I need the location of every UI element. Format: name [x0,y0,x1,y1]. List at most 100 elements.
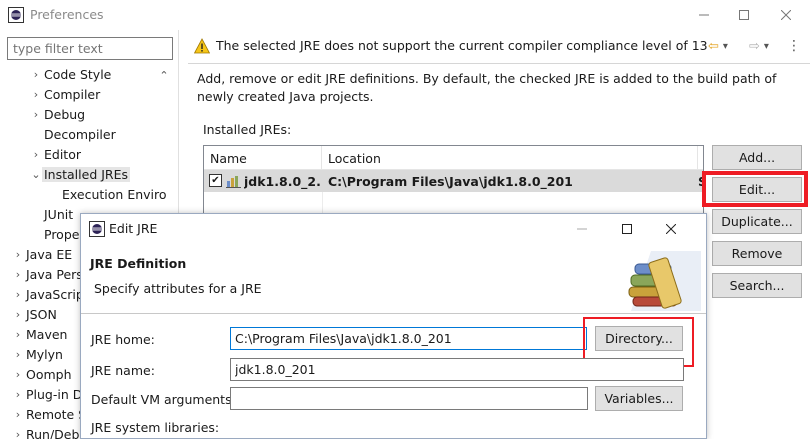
chevron-right-icon[interactable]: › [12,344,24,364]
view-menu-button[interactable]: ⋮ [786,36,802,56]
minimize-button[interactable] [684,0,724,30]
tree-item-label: Installed JREs [42,166,131,182]
tree-item-label: Oomph [26,366,72,382]
tree-item[interactable]: › Java Pers [12,264,85,284]
tree-item[interactable]: › Editor [30,144,83,164]
chevron-right-icon[interactable]: › [30,104,42,124]
message-separator [188,63,810,64]
tree-item[interactable]: Decompiler [30,124,118,144]
tree-item[interactable]: › JSON [12,304,59,324]
warning-message: The selected JRE does not support the cu… [216,38,708,53]
jre-name-cell: jdk1.8.0_2... [244,173,320,189]
tree-item[interactable]: › Mylyn [12,344,65,364]
tree-item[interactable]: › JavaScrip [12,284,86,304]
kebab-menu-icon: ⋮ [787,38,801,54]
close-icon [666,224,676,234]
tree-item-label: Compiler [44,86,101,102]
dialog-header-subtitle: Specify attributes for a JRE [94,281,262,296]
installed-jres-label: Installed JREs: [203,122,292,137]
dialog-header-title: JRE Definition [90,256,187,271]
tree-item[interactable]: › Plug-in D [12,384,84,404]
tree-item[interactable]: › Compiler [30,84,102,104]
tree-item[interactable]: › Maven [12,324,69,344]
jre-home-input[interactable] [230,327,587,350]
jre-checkbox[interactable]: ✔ [209,174,222,187]
chevron-right-icon[interactable]: › [12,384,24,404]
variables-button-label: Variables... [604,391,674,406]
chevron-right-icon[interactable]: › [12,404,24,424]
jre-home-label: JRE home: [91,332,155,347]
close-button[interactable] [766,0,806,30]
variables-button[interactable]: Variables... [595,386,683,411]
window-title: Preferences [30,7,104,22]
column-header-type[interactable]: T [698,146,703,170]
dialog-title: Edit JRE [109,221,158,236]
tree-item-label: Java Pers [26,266,83,282]
tree-item[interactable]: › Run/Deb [12,424,81,439]
vm-arguments-input[interactable] [230,387,588,410]
chevron-right-icon[interactable]: › [12,324,24,344]
dialog-close-button[interactable] [650,214,692,244]
remove-button[interactable]: Remove [712,241,802,266]
dialog-maximize-button[interactable] [606,214,648,244]
chevron-down-icon: ▾ [722,40,728,52]
tree-item-label: Run/Deb [26,426,80,439]
tree-item[interactable]: › Remote S [12,404,88,424]
back-button[interactable]: ⇦ ▾ [708,36,738,56]
column-header-location[interactable]: Location [322,146,698,170]
add-button-label: Add... [738,150,776,165]
tree-item[interactable]: ⌄ Installed JREs [30,164,131,184]
tree-item[interactable]: JUnit [30,204,75,224]
tree-item[interactable]: › Oomph [12,364,74,384]
chevron-right-icon[interactable]: › [12,244,24,264]
tree-item-label: Mylyn [26,346,63,362]
tree-item-label: Execution Enviro [62,186,167,202]
page-description: Add, remove or edit JRE definitions. By … [197,71,777,104]
library-icon [226,176,241,188]
tree-item-label: Maven [26,326,68,342]
forward-button[interactable]: ⇨ ▾ [749,36,779,56]
chevron-right-icon[interactable]: › [12,264,24,284]
tree-item-label: Plug-in D [26,386,83,402]
duplicate-button[interactable]: Duplicate... [712,209,802,234]
chevron-right-icon[interactable]: › [12,424,24,439]
maximize-button[interactable] [724,0,764,30]
tree-item[interactable]: › Java EE [12,244,74,264]
back-arrow-icon: ⇦ [708,38,719,54]
chevron-right-icon[interactable]: › [30,144,42,164]
filter-input[interactable] [7,37,173,60]
chevron-right-icon[interactable]: › [12,304,24,324]
dialog-minimize-button[interactable] [561,214,603,244]
maximize-icon [739,10,749,20]
eclipse-app-icon [8,7,24,23]
edit-jre-dialog: Edit JRE JRE Definition Specify attribut… [80,213,707,439]
jre-name-input[interactable] [230,358,684,381]
forward-arrow-icon: ⇨ [749,38,760,54]
table-header: Name Location T [204,146,703,170]
column-header-name[interactable]: Name [204,146,322,170]
chevron-right-icon[interactable]: › [30,84,42,104]
tree-item[interactable]: Prope [30,224,81,244]
tree-item[interactable]: › Debug [30,104,87,124]
chevron-right-icon[interactable]: › [12,364,24,384]
search-button[interactable]: Search... [712,273,802,298]
tree-item-label: Code Style [44,66,112,82]
tree-item-label: Editor [44,146,81,162]
message-bar: The selected JRE does not support the cu… [186,32,810,60]
tree-item-label: Prope [44,226,80,242]
add-button[interactable]: Add... [712,145,802,170]
chevron-right-icon[interactable]: › [12,284,24,304]
tree-scroll-up-arrow-icon[interactable]: ⌃ [157,68,171,82]
search-button-label: Search... [729,278,785,293]
tree-item[interactable]: › Code Style [30,64,113,84]
chevron-down-icon[interactable]: ⌄ [30,164,42,184]
dialog-header: JRE Definition Specify attributes for a … [81,244,706,314]
header-separator [81,313,706,314]
table-row[interactable]: ✔ jdk1.8.0_2... C:\Program Files\Java\jd… [204,170,703,192]
tree-item-label: Java EE [26,246,73,262]
chevron-right-icon[interactable]: › [30,64,42,84]
tree-item[interactable]: Execution Enviro [48,184,169,204]
